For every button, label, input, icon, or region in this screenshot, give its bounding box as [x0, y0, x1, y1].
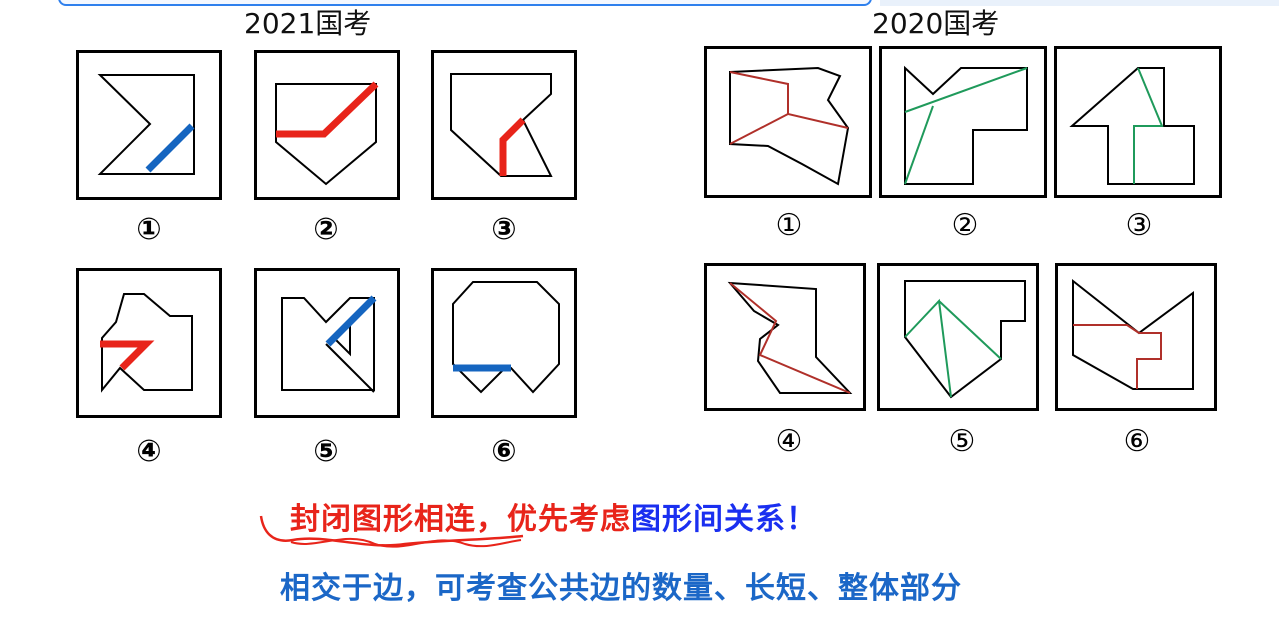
label-2020-1: ① [775, 208, 803, 243]
label-2021-1: ① [136, 212, 162, 247]
caption-line-2: 相交于边，可考查公共边的数量、长短、整体部分 [280, 571, 962, 606]
figure-2020-4 [704, 263, 866, 411]
figure-2020-1 [704, 46, 872, 198]
caption-red-text: 封闭图形相连，优先考虑 [290, 502, 631, 537]
figure-2021-3 [431, 50, 577, 200]
heading-2020: 2020国考 [872, 7, 1000, 40]
label-2020-2: ② [951, 208, 979, 243]
label-2021-3: ③ [491, 212, 517, 247]
figure-2021-5 [254, 268, 400, 418]
figure-2020-5 [877, 263, 1039, 411]
label-2021-5: ⑤ [313, 434, 339, 469]
caption-blue-text: 图形间关系！ [631, 502, 817, 537]
top-panel-edge [58, 0, 872, 6]
figure-2020-6 [1055, 263, 1217, 411]
caption-line-1: 封闭图形相连，优先考虑图形间关系！ [290, 494, 817, 538]
figure-2020-3 [1054, 46, 1222, 198]
label-2021-6: ⑥ [491, 434, 517, 469]
label-2021-2: ② [313, 212, 339, 247]
heading-2021: 2021国考 [244, 7, 372, 40]
label-2020-6: ⑥ [1123, 424, 1151, 459]
label-2020-4: ④ [775, 424, 803, 459]
label-2021-4: ④ [136, 434, 162, 469]
figure-2021-1 [76, 50, 222, 200]
label-2020-3: ③ [1125, 208, 1153, 243]
figure-2021-2 [254, 50, 400, 200]
figure-2021-4 [76, 268, 222, 418]
figure-2020-2 [879, 46, 1047, 198]
figure-2021-6 [431, 268, 577, 418]
label-2020-5: ⑤ [948, 424, 976, 459]
